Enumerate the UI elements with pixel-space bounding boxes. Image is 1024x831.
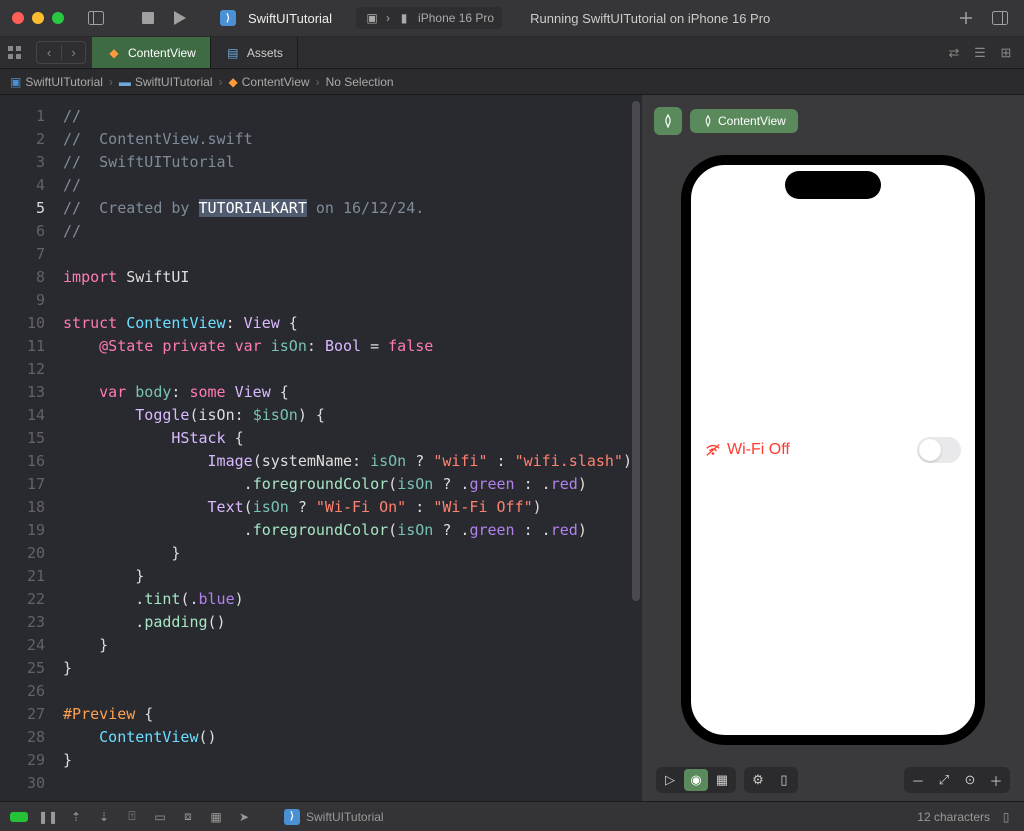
- step-out-icon[interactable]: ⍐: [124, 809, 140, 825]
- workspace: 1234567891011121314151617181920212223242…: [0, 95, 1024, 801]
- build-status-pill[interactable]: [10, 812, 28, 822]
- code-area[interactable]: // // ContentView.swift // SwiftUITutori…: [55, 95, 642, 801]
- iphone-canvas[interactable]: Wi-Fi Off: [681, 155, 985, 745]
- minimize-window[interactable]: [32, 12, 44, 24]
- selectable-preview-button[interactable]: ◉: [684, 769, 708, 791]
- assets-icon: ▤: [225, 45, 241, 61]
- step-into-icon[interactable]: ⇣: [96, 809, 112, 825]
- memory-icon[interactable]: ⧈: [180, 809, 196, 825]
- crumb-file[interactable]: ◆ ContentView: [229, 75, 310, 89]
- crumb-project[interactable]: ▣ SwiftUITutorial: [10, 75, 103, 89]
- close-window[interactable]: [12, 12, 24, 24]
- pause-icon[interactable]: ❚❚: [40, 809, 56, 825]
- statusbar-project-label: SwiftUITutorial: [306, 810, 384, 824]
- activity-status: Running SwiftUITutorial on iPhone 16 Pro: [530, 11, 770, 26]
- location-icon[interactable]: ➤: [236, 809, 252, 825]
- toggle-sidebar-icon[interactable]: [84, 6, 108, 30]
- wifi-toggle[interactable]: [917, 437, 961, 463]
- nav-arrows: ‹ ›: [36, 41, 86, 64]
- device-icon: ▮: [396, 10, 412, 26]
- tab-assets[interactable]: ▤ Assets: [211, 37, 298, 68]
- toggle-debug-area-icon[interactable]: ▯: [998, 809, 1014, 825]
- run-button[interactable]: [168, 6, 192, 30]
- recycle-icon[interactable]: ⇄: [946, 45, 962, 61]
- stop-button[interactable]: [136, 6, 160, 30]
- project-icon-small: ⟩: [284, 809, 300, 825]
- wifi-slash-icon: [705, 442, 721, 458]
- pin-preview-button[interactable]: [654, 107, 682, 135]
- tab-label: ContentView: [128, 46, 196, 60]
- scheme-arrow-icon: ›: [386, 11, 390, 25]
- tabbar: ‹ › ◆ ContentView ▤ Assets ⇄ ☰ ⊞: [0, 37, 1024, 69]
- add-button[interactable]: [954, 6, 978, 30]
- project-name[interactable]: SwiftUITutorial: [248, 11, 332, 26]
- app-preview-content: Wi-Fi Off: [691, 437, 975, 463]
- statusbar-project[interactable]: ⟩ SwiftUITutorial: [284, 809, 384, 825]
- crumb-folder[interactable]: ▬ SwiftUITutorial: [119, 75, 213, 89]
- live-preview-button[interactable]: ▷: [658, 769, 682, 791]
- character-count: 12 characters: [917, 810, 990, 824]
- add-editor-icon[interactable]: ⊞: [998, 45, 1014, 61]
- variants-button[interactable]: ▦: [710, 769, 734, 791]
- preview-chip-label: ContentView: [718, 114, 786, 128]
- app-icon: ▣: [364, 10, 380, 26]
- tab-contentview[interactable]: ◆ ContentView: [92, 37, 211, 68]
- project-icon: ⟩: [220, 10, 236, 26]
- swift-file-icon: ◆: [106, 45, 122, 61]
- library-button[interactable]: [988, 6, 1012, 30]
- orientation-button[interactable]: ▯: [772, 769, 796, 791]
- jumpbar: ▣ SwiftUITutorial › ▬ SwiftUITutorial › …: [0, 69, 1024, 95]
- device-settings-button[interactable]: ⚙: [746, 769, 770, 791]
- nav-back[interactable]: ‹: [37, 45, 61, 60]
- zoom-fit-button[interactable]: ⤢: [932, 769, 956, 791]
- preview-name-chip[interactable]: ContentView: [690, 109, 798, 133]
- zoom-in-button[interactable]: ＋: [984, 769, 1008, 791]
- zoom-window[interactable]: [52, 12, 64, 24]
- canvas-toolbar: ▷ ◉ ▦ ⚙ ▯ － ⤢ ⊙ ＋: [656, 767, 1010, 793]
- debug-3d-icon[interactable]: ▦: [208, 809, 224, 825]
- line-gutter: 1234567891011121314151617181920212223242…: [0, 95, 55, 801]
- related-items-icon[interactable]: [0, 37, 30, 68]
- crumb-selection[interactable]: No Selection: [326, 75, 394, 89]
- zoom-actual-button[interactable]: ⊙: [958, 769, 982, 791]
- editor-scrollbar[interactable]: [632, 101, 640, 601]
- scheme-device: iPhone 16 Pro: [418, 11, 494, 25]
- zoom-out-button[interactable]: －: [906, 769, 930, 791]
- debug-view-icon[interactable]: ▭: [152, 809, 168, 825]
- titlebar: ⟩ SwiftUITutorial ▣ › ▮ iPhone 16 Pro Ru…: [0, 0, 1024, 37]
- statusbar: ❚❚ ⇡ ⇣ ⍐ ▭ ⧈ ▦ ➤ ⟩ SwiftUITutorial 12 ch…: [0, 801, 1024, 831]
- code-editor[interactable]: 1234567891011121314151617181920212223242…: [0, 95, 642, 801]
- scheme-selector[interactable]: ▣ › ▮ iPhone 16 Pro: [356, 7, 502, 29]
- wifi-label: Wi-Fi Off: [727, 441, 790, 459]
- nav-forward[interactable]: ›: [61, 45, 85, 60]
- tab-label: Assets: [247, 46, 283, 60]
- dynamic-island: [785, 171, 881, 199]
- adjust-editor-icon[interactable]: ☰: [972, 45, 988, 61]
- step-over-icon[interactable]: ⇡: [68, 809, 84, 825]
- preview-pane: ContentView Wi-Fi Off ▷ ◉ ▦: [642, 95, 1024, 801]
- traffic-lights: [12, 12, 64, 24]
